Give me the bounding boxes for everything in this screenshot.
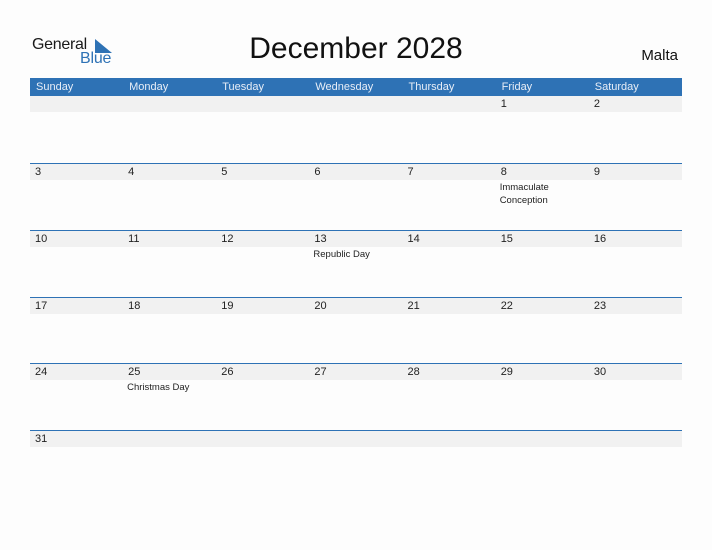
day-number: 11 bbox=[128, 233, 140, 245]
day-number: 15 bbox=[500, 233, 513, 245]
day-cell bbox=[216, 96, 309, 162]
day-number: 13 bbox=[314, 233, 327, 245]
day-number: 30 bbox=[593, 366, 607, 378]
day-cell[interactable]: 26 bbox=[216, 364, 309, 430]
day-number: 16 bbox=[593, 233, 607, 245]
day-cell bbox=[123, 96, 216, 162]
week-row: 17 18 19 20 21 22 23 bbox=[30, 297, 682, 363]
day-cell bbox=[403, 431, 496, 497]
weekday-wednesday: Wednesday bbox=[315, 81, 374, 93]
day-cell[interactable]: 29 bbox=[496, 364, 589, 430]
day-cell[interactable]: 30 bbox=[589, 364, 682, 430]
day-number: 26 bbox=[221, 366, 234, 378]
day-number: 24 bbox=[35, 366, 48, 378]
day-cell[interactable]: 8 Immaculate Conception bbox=[496, 164, 589, 230]
weekday-sunday: Sunday bbox=[36, 81, 74, 93]
day-number: 1 bbox=[500, 98, 507, 110]
day-number: 5 bbox=[221, 166, 228, 178]
day-cell[interactable]: 24 bbox=[30, 364, 123, 430]
day-number: 25 bbox=[128, 366, 141, 378]
holiday-label: Immaculate Conception bbox=[499, 182, 549, 206]
day-cell[interactable]: 18 bbox=[123, 298, 216, 364]
day-cell[interactable]: 4 bbox=[123, 164, 216, 230]
day-number: 29 bbox=[500, 366, 513, 378]
week-row: 10 11 12 13 Republic Day 14 15 16 bbox=[30, 230, 682, 296]
weekday-friday: Friday bbox=[501, 81, 533, 93]
day-number: 19 bbox=[221, 300, 234, 312]
day-cell bbox=[309, 96, 402, 162]
day-cell[interactable]: 17 bbox=[30, 298, 123, 364]
weekday-monday: Monday bbox=[129, 81, 169, 93]
day-cell bbox=[403, 96, 496, 162]
weekday-header: Sunday Monday Tuesday Wednesday Thursday… bbox=[30, 78, 682, 96]
day-cell[interactable]: 10 bbox=[30, 231, 123, 297]
day-cell[interactable]: 23 bbox=[589, 298, 682, 364]
day-number: 10 bbox=[35, 233, 48, 245]
day-number: 23 bbox=[593, 300, 607, 312]
day-cell[interactable]: 25 Christmas Day bbox=[123, 364, 216, 430]
day-number: 6 bbox=[314, 166, 321, 178]
day-number: 22 bbox=[500, 300, 513, 312]
day-cell bbox=[309, 431, 402, 497]
day-cell bbox=[589, 431, 682, 497]
day-number: 18 bbox=[128, 300, 141, 312]
day-cell[interactable]: 2 bbox=[589, 96, 682, 162]
weekday-thursday: Thursday bbox=[408, 81, 455, 93]
day-cell[interactable]: 9 bbox=[589, 164, 682, 230]
day-cell[interactable]: 21 bbox=[403, 298, 496, 364]
day-cell[interactable]: 31 bbox=[30, 431, 123, 497]
weekday-saturday: Saturday bbox=[594, 81, 639, 93]
day-cell[interactable]: 27 bbox=[309, 364, 402, 430]
week-row: 3 4 5 6 7 8 Immaculate Conception 9 bbox=[30, 163, 682, 229]
holiday-label: Republic Day bbox=[313, 249, 370, 260]
day-cell[interactable]: 11 bbox=[123, 231, 216, 297]
day-number: 3 bbox=[35, 166, 42, 178]
day-cell[interactable]: 22 bbox=[496, 298, 589, 364]
day-number: 2 bbox=[593, 98, 600, 110]
holiday-label: Christmas Day bbox=[127, 382, 190, 393]
day-cell[interactable]: 3 bbox=[30, 164, 123, 230]
day-cell[interactable]: 7 bbox=[403, 164, 496, 230]
day-cell bbox=[123, 431, 216, 497]
day-number: 27 bbox=[314, 366, 327, 378]
day-cell bbox=[30, 96, 123, 162]
day-number: 31 bbox=[35, 433, 48, 445]
day-number: 4 bbox=[128, 166, 135, 178]
day-number: 7 bbox=[407, 166, 414, 178]
day-cell[interactable]: 6 bbox=[309, 164, 402, 230]
day-number: 17 bbox=[35, 300, 48, 312]
day-cell[interactable]: 19 bbox=[216, 298, 309, 364]
day-cell bbox=[216, 431, 309, 497]
day-cell[interactable]: 20 bbox=[309, 298, 402, 364]
day-number: 9 bbox=[593, 166, 600, 178]
day-cell[interactable]: 15 bbox=[496, 231, 589, 297]
day-number: 14 bbox=[407, 233, 420, 245]
day-cell[interactable]: 1 bbox=[496, 96, 589, 162]
country-label: Malta bbox=[641, 47, 678, 64]
day-number: 28 bbox=[407, 366, 420, 378]
weekday-tuesday: Tuesday bbox=[222, 81, 265, 93]
day-cell[interactable]: 13 Republic Day bbox=[309, 231, 402, 297]
day-cell[interactable]: 14 bbox=[403, 231, 496, 297]
day-cell[interactable]: 28 bbox=[403, 364, 496, 430]
week-row: 31 bbox=[30, 430, 682, 496]
day-number: 12 bbox=[221, 233, 234, 245]
day-number: 8 bbox=[500, 166, 507, 178]
day-cell bbox=[496, 431, 589, 497]
week-row: 12 bbox=[30, 96, 682, 162]
calendar-title: December 2028 bbox=[249, 32, 463, 65]
week-row: 24 25 Christmas Day 26 27 28 29 30 bbox=[30, 363, 682, 429]
day-cell[interactable]: 16 bbox=[589, 231, 682, 297]
day-cell[interactable]: 5 bbox=[216, 164, 309, 230]
day-cell[interactable]: 12 bbox=[216, 231, 309, 297]
day-number: 21 bbox=[407, 300, 420, 312]
day-number: 20 bbox=[314, 300, 327, 312]
